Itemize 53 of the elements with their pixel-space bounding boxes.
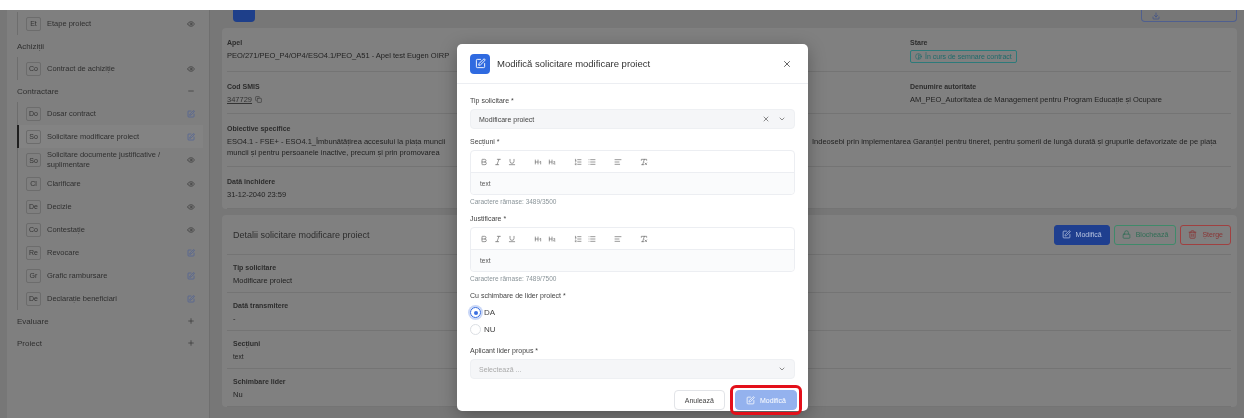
radio-option[interactable]: NU — [470, 321, 795, 338]
copy-icon — [255, 96, 263, 103]
edit-icon — [187, 132, 195, 141]
italic-icon — [494, 234, 502, 243]
plus-icon — [187, 339, 195, 347]
minus-icon — [187, 87, 195, 95]
bold-icon — [480, 157, 488, 166]
edit-icon — [187, 271, 195, 280]
clear-format-icon — [640, 234, 648, 243]
heading-1-icon — [534, 157, 542, 166]
trash-icon — [1188, 230, 1198, 239]
half-circle-icon — [915, 53, 922, 60]
edit-icon — [1061, 230, 1071, 239]
underline-icon — [508, 157, 516, 166]
ordered-list-icon — [574, 234, 582, 243]
section-title: Detalii solicitare modificare proiect — [232, 229, 371, 240]
close-icon — [782, 58, 792, 69]
sidebar-group-header[interactable]: Contractare — [13, 80, 203, 102]
eye-icon — [187, 64, 195, 73]
edit-icon — [187, 248, 195, 257]
edit-icon — [187, 109, 195, 118]
eye-icon — [187, 225, 195, 234]
bullet-list-icon — [588, 157, 596, 166]
sidebar-group-header: Achiziții — [16, 40, 46, 53]
edit-icon — [187, 294, 195, 303]
eye-icon — [187, 156, 195, 164]
dialog-title: Modifică solicitare modificare proiect — [497, 58, 652, 69]
align-icon — [614, 234, 622, 243]
eye-icon — [187, 19, 195, 28]
heading-1-icon — [534, 234, 542, 243]
align-icon — [614, 157, 622, 166]
clear-icon — [762, 115, 770, 123]
plus-icon — [187, 317, 195, 325]
edit-icon — [745, 395, 755, 405]
heading-2-icon — [548, 234, 556, 243]
underline-icon — [508, 234, 516, 243]
bold-icon — [480, 234, 488, 243]
sidebar-group-header[interactable]: Proiect — [13, 332, 203, 354]
bullet-list-icon — [588, 234, 596, 243]
clear-format-icon — [640, 157, 648, 166]
chevron-down-icon — [778, 115, 786, 123]
lock-icon — [1121, 230, 1131, 239]
eye-icon — [187, 179, 195, 188]
eye-icon — [187, 202, 195, 211]
download-icon — [1152, 12, 1160, 20]
project-icon — [233, 10, 255, 22]
heading-2-icon — [548, 157, 556, 166]
sidebar-group-header[interactable]: Evaluare — [13, 310, 203, 332]
chevron-down-icon — [778, 365, 786, 373]
ordered-list-icon — [574, 157, 582, 166]
pen-icon — [474, 58, 486, 69]
radio-option[interactable]: DA — [470, 304, 795, 321]
italic-icon — [494, 157, 502, 166]
